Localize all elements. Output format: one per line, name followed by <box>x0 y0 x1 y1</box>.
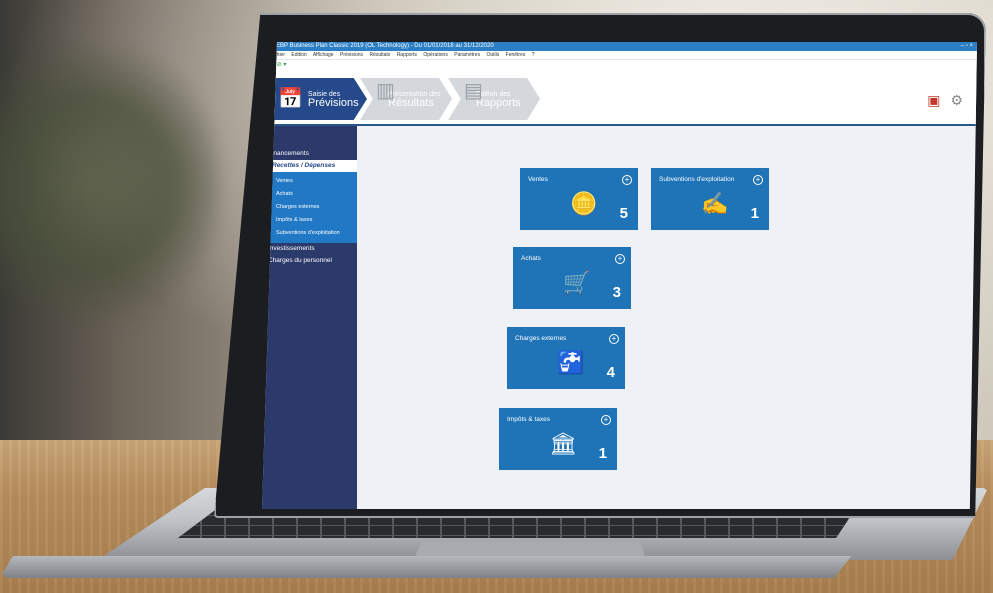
step-edition-rapports[interactable]: ▤ Edition des Rapports <box>448 78 540 120</box>
tile-ventes[interactable]: Ventes + 🪙 5 <box>520 168 638 230</box>
menu-resultats[interactable]: Résultats <box>369 52 390 58</box>
step-active-line2: Prévisions <box>307 97 359 109</box>
tile-impots-taxes[interactable]: Impôts & taxes + 🏛 1 <box>499 408 617 470</box>
add-icon[interactable]: + <box>753 175 763 185</box>
sidebar-subitem-subventions[interactable]: Subventions d'exploitation <box>266 227 357 240</box>
sidebar-item-financements[interactable]: Financements <box>262 148 357 160</box>
tile-achats[interactable]: Achats + 🛒 3 <box>513 247 631 309</box>
menu-fenetres[interactable]: Fenêtres <box>506 52 526 58</box>
tile-count: 4 <box>606 364 615 381</box>
add-icon[interactable]: + <box>615 254 625 264</box>
sidebar-subitem-achats[interactable]: Achats <box>266 188 357 201</box>
sidebar-subitem-ventes[interactable]: Ventes <box>266 175 357 188</box>
tile-label: Ventes <box>528 176 548 183</box>
sidebar-subitem-impots-taxes[interactable]: Impôts & taxes <box>266 214 357 227</box>
tile-count: 3 <box>612 284 621 301</box>
tile-label: Achats <box>521 255 541 262</box>
handout-icon: ✍ <box>701 191 729 216</box>
step-presentation-resultats[interactable]: ▥ Présentation des Résultats <box>360 78 452 120</box>
tile-count: 5 <box>619 205 628 222</box>
laptop-trackpad <box>415 542 645 556</box>
add-icon[interactable]: + <box>609 334 619 344</box>
quick-access-toolbar[interactable]: ↻ ⊘ ▾ <box>262 60 977 70</box>
add-icon[interactable]: + <box>622 175 632 185</box>
calendar-icon: 📅 <box>278 87 303 110</box>
laptop-front-edge <box>0 556 852 578</box>
menu-parametres[interactable]: Paramètres <box>454 52 480 58</box>
tile-count: 1 <box>750 205 759 222</box>
tile-label: Impôts & taxes <box>507 416 550 423</box>
tax-icon: 🏛 <box>549 431 577 456</box>
menu-outils[interactable]: Outils <box>486 52 499 58</box>
step-saisie-previsions[interactable]: 📅 Saisie des Prévisions <box>272 78 367 120</box>
menu-bar: Fichier Edition Affichage Prévisions Rés… <box>262 51 977 60</box>
menu-edition[interactable]: Edition <box>291 52 306 58</box>
sidebar-subitems: Ventes Achats Charges externes Impôts & … <box>266 172 357 243</box>
menu-affichage[interactable]: Affichage <box>313 52 334 58</box>
coins-icon: 🪙 <box>570 191 598 216</box>
sidebar-subitem-charges-externes[interactable]: Charges externes <box>266 201 357 214</box>
gear-icon[interactable]: ⚙ <box>950 92 963 109</box>
tile-count: 1 <box>598 445 607 462</box>
window-title: EBP Business Plan Classic 2019 (OL Techn… <box>276 43 494 49</box>
report-icon[interactable]: ▣ <box>927 92 940 109</box>
document-icon: ▤ <box>464 80 483 102</box>
workflow-ribbon: 📅 Saisie des Prévisions ▥ Présentation d… <box>262 70 977 126</box>
menu-help[interactable]: ? <box>532 52 535 58</box>
sidebar-item-recettes-depenses[interactable]: Recettes / Dépenses <box>266 160 357 172</box>
sidebar-item-investissements[interactable]: Investissements <box>262 243 357 255</box>
menu-operations[interactable]: Opérations <box>423 52 447 58</box>
tile-label: Subventions d'exploitation <box>659 176 735 183</box>
cart-icon: 🛒 <box>563 270 591 295</box>
step1-line2: Résultats <box>388 97 434 109</box>
bar-chart-icon: ▥ <box>376 80 395 102</box>
add-icon[interactable]: + <box>601 415 611 425</box>
tile-subventions[interactable]: Subventions d'exploitation + ✍ 1 <box>651 168 769 230</box>
sidebar-item-charges-personnel[interactable]: Charges du personnel <box>262 255 357 267</box>
tile-charges-externes[interactable]: Charges externes + 🚰 4 <box>507 327 625 389</box>
window-controls[interactable]: – ▫ × <box>961 42 973 51</box>
faucet-icon: 🚰 <box>557 350 585 375</box>
tile-label: Charges externes <box>515 335 567 342</box>
laptop-screen: EBP Business Plan Classic 2019 (OL Techn… <box>262 42 977 509</box>
top-right-tools: ▣ ⚙ <box>927 92 963 109</box>
window-titlebar: EBP Business Plan Classic 2019 (OL Techn… <box>262 42 977 51</box>
menu-rapports[interactable]: Rapports <box>397 52 417 58</box>
sidebar: Financements Recettes / Dépenses Ventes … <box>262 126 357 509</box>
menu-previsions[interactable]: Prévisions <box>340 52 363 58</box>
